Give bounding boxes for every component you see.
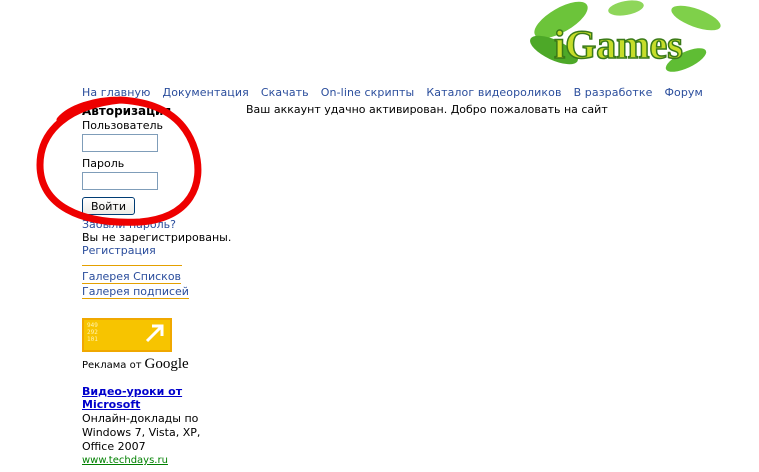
arrow-icon: [145, 324, 164, 343]
ad-title[interactable]: Видео-уроки от Microsoft: [82, 385, 202, 411]
google-ad: 949 292 101 Реклама от Google Видео-урок…: [82, 318, 202, 467]
password-input[interactable]: [82, 172, 158, 190]
separator: [82, 265, 182, 266]
leaf-logo-icon: iGames: [530, 0, 721, 72]
auth-title: Авторизация: [82, 104, 172, 118]
nav-forum[interactable]: Форум: [664, 86, 703, 99]
nav-online-scripts[interactable]: On-line скрипты: [321, 86, 415, 99]
not-registered-text: Вы не зарегистрированы.: [82, 231, 232, 244]
gallery-lists-link[interactable]: Галерея Списков: [82, 270, 182, 284]
ad-digits: 949 292 101: [87, 322, 98, 343]
nav-docs[interactable]: Документация: [163, 86, 249, 99]
nav-video-catalog[interactable]: Каталог видеороликов: [426, 86, 561, 99]
gallery-links: Галерея Списков Галерея подписей: [82, 270, 262, 300]
logo-text: iGames: [554, 22, 683, 67]
site-logo[interactable]: iGames: [526, 0, 726, 82]
nav-in-development[interactable]: В разработке: [574, 86, 653, 99]
user-label: Пользователь: [82, 119, 164, 132]
forgot-password-link[interactable]: Забыли пароль?: [82, 218, 262, 231]
nav-download[interactable]: Скачать: [261, 86, 309, 99]
login-button[interactable]: Войти: [82, 197, 135, 215]
password-label: Пароль: [82, 157, 125, 170]
gallery-signatures-link[interactable]: Галерея подписей: [82, 285, 189, 299]
ad-url[interactable]: www.techdays.ru: [82, 454, 202, 467]
ad-description: Онлайн-доклады по Windows 7, Vista, XP, …: [82, 412, 201, 453]
ad-attribution[interactable]: Реклама от Google: [82, 356, 202, 373]
register-link[interactable]: Регистрация: [82, 244, 262, 257]
username-input[interactable]: [82, 134, 158, 152]
google-logo: Google: [144, 356, 189, 372]
auth-panel: Авторизация Пользователь Пароль Войти За…: [82, 104, 262, 300]
main-nav: На главную Документация Скачать On-line …: [82, 86, 715, 99]
activation-message: Ваш аккаунт удачно активирован. Добро по…: [246, 103, 608, 116]
adsense-logo[interactable]: 949 292 101: [82, 318, 172, 352]
nav-home[interactable]: На главную: [82, 86, 151, 99]
